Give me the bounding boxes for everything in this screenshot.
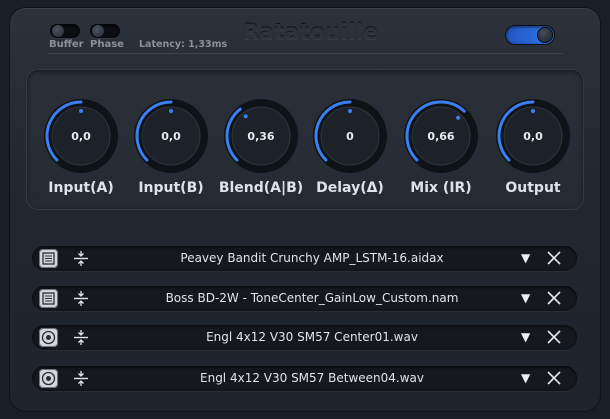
knob-label: Output (505, 180, 561, 196)
knob-value: 0,0 (523, 130, 543, 143)
toggle-knob (92, 25, 104, 37)
knob-indicator (79, 109, 83, 113)
close-icon[interactable] (546, 328, 562, 346)
plugin-title: Ratatouille (243, 20, 379, 44)
close-icon[interactable] (546, 289, 562, 307)
amp-model-icon[interactable] (39, 249, 58, 268)
chevron-down-icon[interactable]: ▼ (521, 371, 533, 385)
latency-readout: Latency: 1,33ms (139, 39, 228, 50)
chevron-down-icon[interactable]: ▼ (521, 251, 533, 265)
knob-5[interactable]: 0,66 Mix (IR) (396, 96, 486, 216)
knob-indicator (243, 114, 248, 119)
center-align-icon[interactable] (72, 329, 90, 346)
power-knob (538, 28, 552, 42)
knob-value: 0,0 (71, 130, 91, 143)
phase-label: Phase (90, 39, 124, 50)
knob-6[interactable]: 0,0 Output (488, 96, 578, 216)
knob-value: 0 (346, 130, 354, 143)
knob-indicator (348, 109, 352, 113)
power-switch[interactable] (506, 26, 554, 44)
knob-indicator (531, 109, 535, 113)
close-icon[interactable] (546, 369, 562, 387)
center-align-icon[interactable] (72, 250, 90, 267)
center-align-icon[interactable] (72, 370, 90, 387)
knob-1[interactable]: 0,0 Input(A) (36, 96, 126, 216)
loader-row: Peavey Bandit Crunchy AMP_LSTM-16.aidax ▼ (32, 246, 577, 271)
chevron-down-icon[interactable]: ▼ (521, 330, 533, 344)
file-name[interactable]: Engl 4x12 V30 SM57 Between04.wav (102, 371, 522, 385)
knob-2[interactable]: 0,0 Input(B) (126, 96, 216, 216)
buffer-label: Buffer (49, 39, 84, 50)
knob-value: 0,36 (247, 130, 275, 143)
loader-row: Engl 4x12 V30 SM57 Center01.wav ▼ (32, 325, 577, 350)
file-name[interactable]: Peavey Bandit Crunchy AMP_LSTM-16.aidax (102, 251, 522, 265)
loader-row: Engl 4x12 V30 SM57 Between04.wav ▼ (32, 366, 577, 391)
header-bar: Buffer Phase Latency: 1,33ms Ratatouille (0, 0, 610, 60)
knob-indicator (456, 115, 461, 120)
knob-indicator (169, 109, 173, 113)
knob-value: 0,0 (161, 130, 181, 143)
knob-3[interactable]: 0,36 Blend(A|B) (216, 96, 306, 216)
buffer-toggle[interactable] (50, 24, 80, 38)
toggle-knob (52, 25, 64, 37)
file-name[interactable]: Engl 4x12 V30 SM57 Center01.wav (102, 330, 522, 344)
close-icon[interactable] (546, 249, 562, 267)
phase-toggle[interactable] (90, 24, 120, 38)
file-name[interactable]: Boss BD-2W - ToneCenter_GainLow_Custom.n… (102, 291, 522, 305)
chevron-down-icon[interactable]: ▼ (521, 291, 533, 305)
knob-value: 0,66 (427, 130, 455, 143)
center-align-icon[interactable] (72, 290, 90, 307)
speaker-ir-icon[interactable] (39, 369, 58, 388)
loader-row: Boss BD-2W - ToneCenter_GainLow_Custom.n… (32, 286, 577, 311)
header-divider (48, 53, 563, 54)
speaker-ir-icon[interactable] (39, 328, 58, 347)
amp-model-icon[interactable] (39, 289, 58, 308)
knob-4[interactable]: 0 Delay(Δ) (305, 96, 395, 216)
